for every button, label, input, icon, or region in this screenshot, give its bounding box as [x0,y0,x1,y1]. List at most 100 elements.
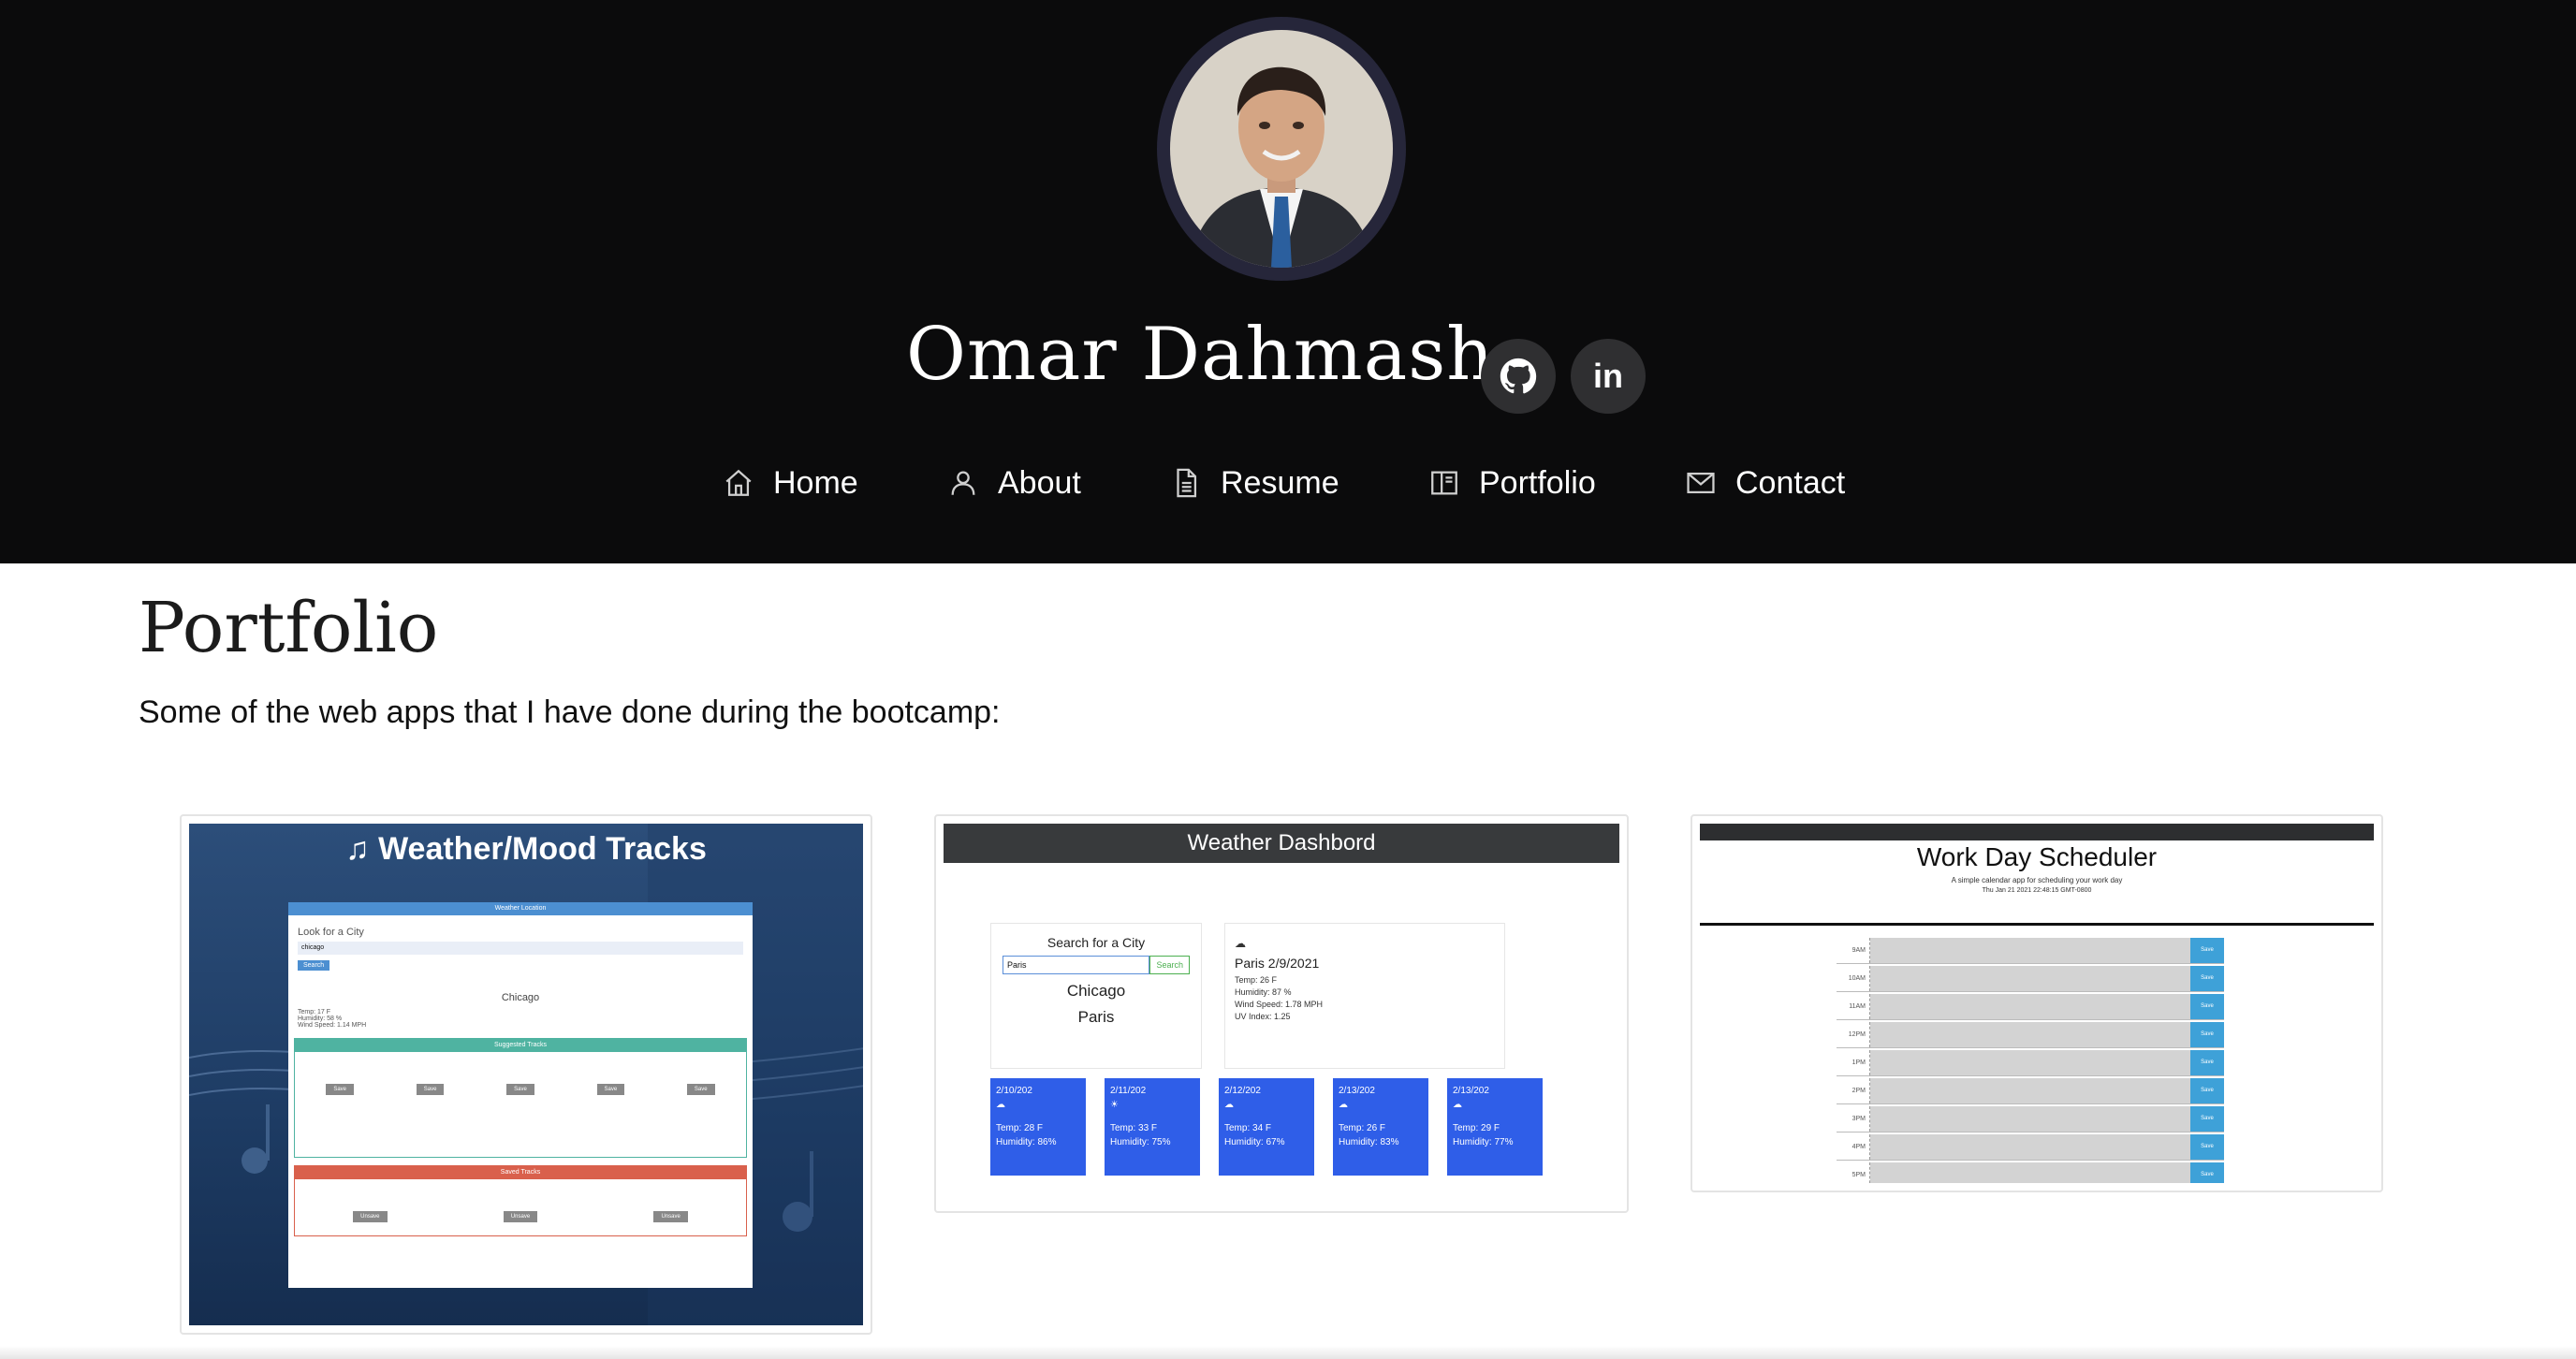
main-nav: Home About Resume Portfolio Contact [0,457,2576,509]
mail-icon [1687,472,1715,494]
cloud-icon: ☁ [1235,937,1246,950]
thumb-divider [1700,923,2374,926]
thumb-time-row: 10AM Save [1837,966,2224,992]
thumb-save-button: Save [416,1084,445,1095]
event-field [1870,1134,2200,1160]
weather-icon: ☁ [996,1100,1005,1110]
thumb-forecast-day: 2/10/202 ☁ Temp: 28 F Humidity: 86% [990,1078,1086,1176]
thumb-search-button: Search [1149,956,1190,974]
thumb-search-input: chicago [298,942,743,955]
linkedin-icon: in [1593,357,1623,395]
nav-resume[interactable]: Resume [1170,457,1339,509]
nav-home-label: Home [773,464,858,501]
thumb-stat: Wind Speed: 1.14 MPH [298,1022,367,1029]
github-icon [1500,358,1537,394]
thumb-unsave-button: Unsave [353,1211,388,1222]
nav-home[interactable]: Home [723,457,858,509]
thumb-current-stat: Temp: 26 F [1235,975,1278,985]
event-field [1870,1050,2200,1075]
thumb-browser-bar [1700,824,2374,840]
thumb-time-row: 12PM Save [1837,1022,2224,1048]
thumb-saved-section: Saved Tracks Unsave Unsave Unsave [294,1165,747,1236]
home-icon [725,469,752,496]
forecast-temp: Temp: 34 F [1224,1123,1272,1133]
thumb-history-item: Chicago [1066,982,1126,1000]
avatar [1157,17,1406,281]
project-card-weather-dashboard[interactable]: Weather Dashbord Search for a City Paris… [934,814,1629,1213]
thumb-date: Thu Jan 21 2021 22:48:15 GMT-0800 [1982,887,2092,894]
save-button: Save [2190,1134,2224,1160]
event-field [1870,1162,2200,1183]
forecast-temp: Temp: 33 F [1110,1123,1158,1133]
thumb-panel-header: Weather Location [288,902,753,915]
person-icon [951,471,975,495]
hour-label: 2PM [1837,1078,1870,1103]
forecast-date: 2/11/202 [1110,1086,1147,1096]
save-button: Save [2190,1162,2224,1183]
weather-icon: ☁ [1224,1100,1234,1110]
intro-text: Some of the web apps that I have done du… [139,694,1001,730]
nav-about[interactable]: About [947,457,1081,509]
thumb-forecast-day: 2/12/202 ☁ Temp: 34 F Humidity: 67% [1219,1078,1314,1176]
event-field [1870,966,2200,991]
forecast-humidity: Humidity: 86% [996,1137,1057,1147]
project-screenshot: Work Day Scheduler A simple calendar app… [1700,824,2374,1183]
thumb-time-row: 4PM Save [1837,1134,2224,1161]
save-button: Save [2190,1050,2224,1075]
thumb-forecast-day: 2/13/202 ☁ Temp: 26 F Humidity: 83% [1333,1078,1428,1176]
weather-icon: ☀ [1110,1100,1119,1110]
event-field [1870,1078,2200,1103]
save-button: Save [2190,966,2224,991]
thumb-search-label: Search for a City [1046,935,1146,950]
thumb-save-button: Save [596,1084,625,1095]
forecast-date: 2/13/202 [1453,1086,1489,1096]
thumb-history-item: Paris [1077,1008,1115,1026]
thumb-subtitle: A simple calendar app for scheduling you… [1951,876,2123,884]
nav-contact-label: Contact [1735,464,1846,501]
thumb-app-panel: Weather Location Look for a City chicago… [288,902,753,1288]
project-card-weather-mood-tracks[interactable]: ♫ Weather/Mood Tracks Weather Location L… [180,814,872,1335]
forecast-date: 2/13/202 [1339,1086,1375,1096]
project-screenshot: Weather Dashbord Search for a City Paris… [944,824,1619,1204]
nav-portfolio-label: Portfolio [1479,464,1596,501]
nav-portfolio[interactable]: Portfolio [1428,457,1596,509]
hour-label: 12PM [1837,1022,1870,1047]
page-title: Portfolio [139,588,439,668]
forecast-temp: Temp: 26 F [1339,1123,1386,1133]
nav-about-label: About [998,464,1081,501]
thumb-search-input: Paris [1003,956,1150,974]
linkedin-link[interactable]: in [1571,339,1646,414]
thumb-unsave-button: Unsave [503,1211,538,1222]
thumb-title: Weather Dashbord [944,824,1619,863]
save-button: Save [2190,1106,2224,1132]
forecast-date: 2/10/202 [996,1086,1032,1096]
project-card-work-day-scheduler[interactable]: Work Day Scheduler A simple calendar app… [1690,814,2383,1192]
forecast-humidity: Humidity: 77% [1453,1137,1514,1147]
thumb-save-button: Save [506,1084,534,1095]
save-button: Save [2190,938,2224,963]
nav-resume-label: Resume [1221,464,1339,501]
forecast-date: 2/12/202 [1224,1086,1261,1096]
forecast-humidity: Humidity: 67% [1224,1137,1285,1147]
nav-contact[interactable]: Contact [1685,457,1845,509]
thumb-current-title: Paris 2/9/2021 [1235,956,1320,971]
thumb-search-panel: Search for a City Paris Search Chicago P… [990,923,1202,1069]
thumb-stat: Humidity: 58 % [298,1016,343,1022]
site-owner-name: Omar Dahmash [906,313,1495,397]
site-header: Omar Dahmash in Home About Resume Portfo… [0,0,2576,563]
thumb-suggested-header: Suggested Tracks [295,1039,746,1052]
thumb-save-button: Save [326,1084,355,1095]
thumb-unsave-button: Unsave [653,1211,688,1222]
forecast-humidity: Humidity: 83% [1339,1137,1399,1147]
thumb-current-stat: UV Index: 1.25 [1235,1012,1291,1021]
thumb-time-row: 1PM Save [1837,1050,2224,1076]
weather-icon: ☁ [1453,1100,1462,1110]
save-button: Save [2190,994,2224,1019]
thumb-forecast-day: 2/11/202 ☀ Temp: 33 F Humidity: 75% [1105,1078,1200,1176]
profile-photo [1170,30,1393,268]
hour-label: 4PM [1837,1134,1870,1160]
thumb-time-row: 5PM Save [1837,1162,2224,1183]
thumb-time-row: 11AM Save [1837,994,2224,1020]
thumb-time-row: 3PM Save [1837,1106,2224,1132]
github-link[interactable] [1481,339,1556,414]
